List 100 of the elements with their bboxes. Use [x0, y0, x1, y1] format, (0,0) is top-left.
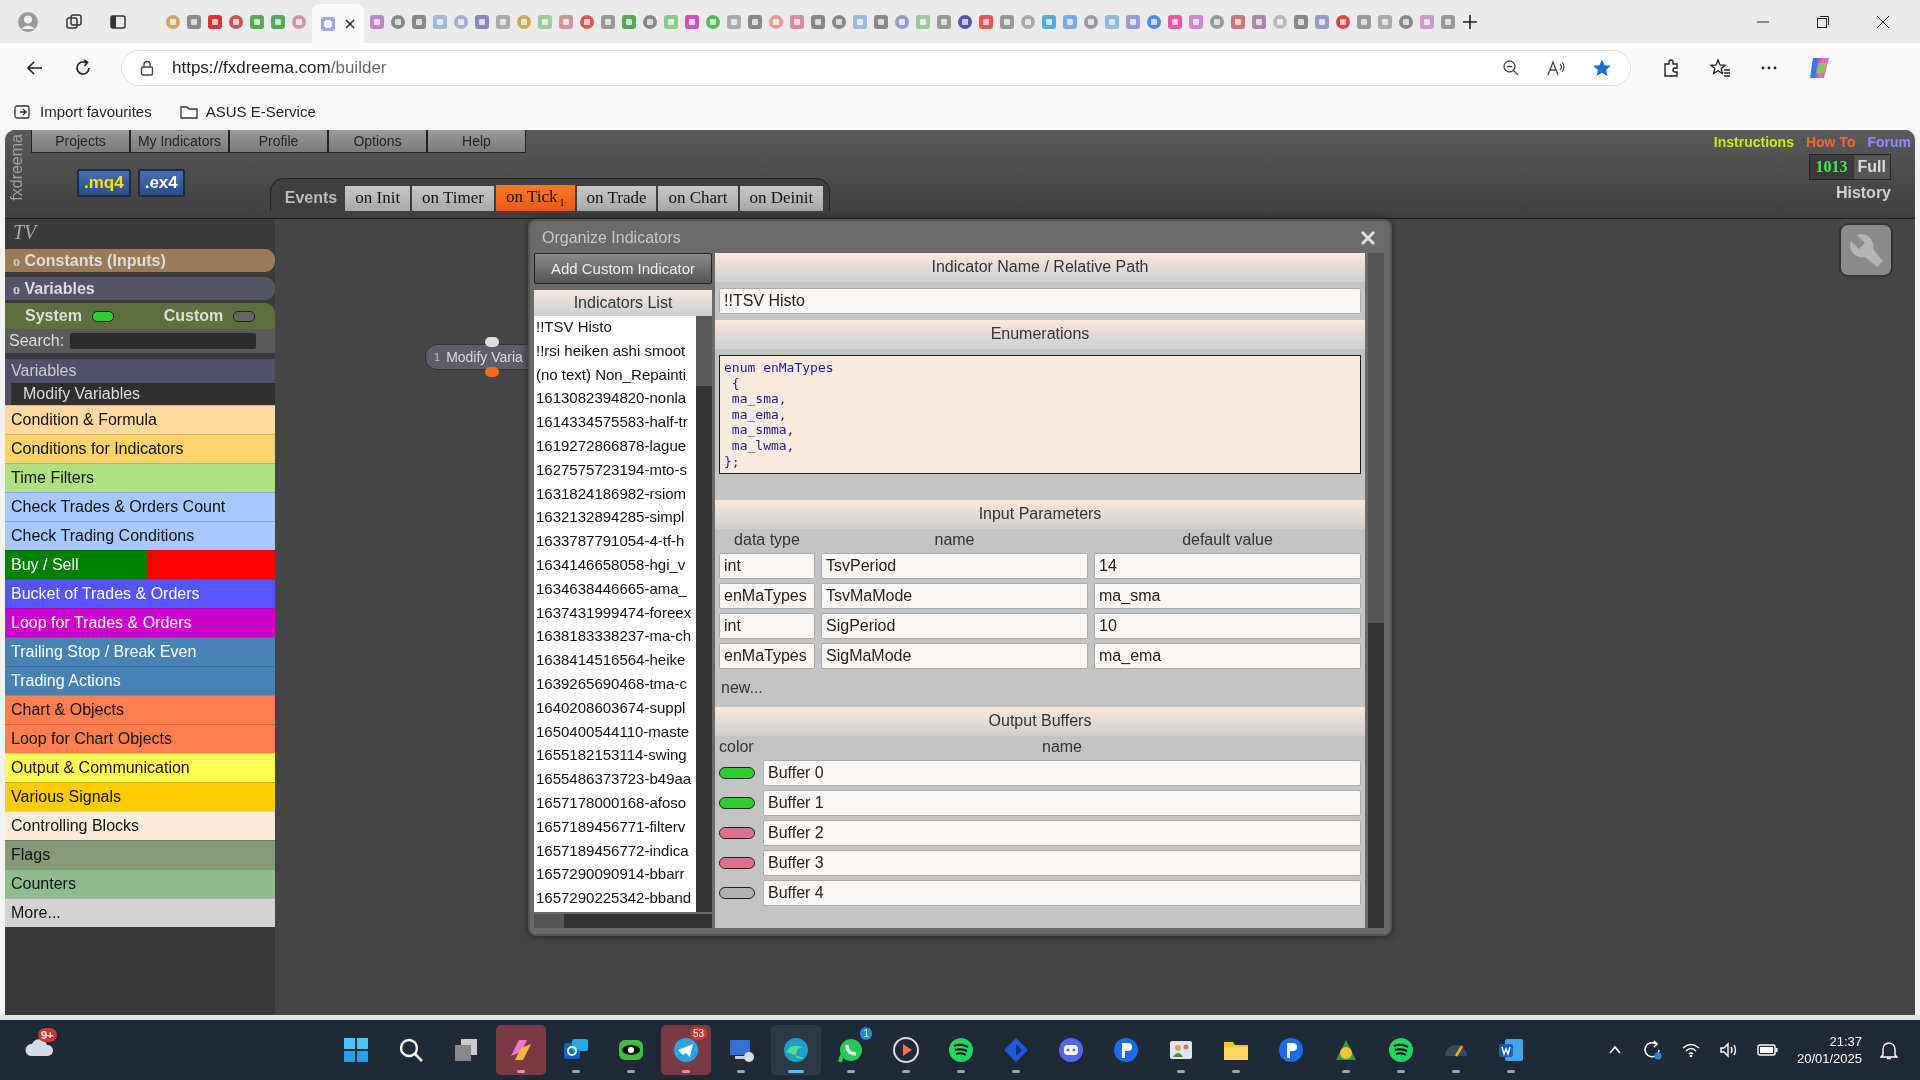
- indicator-item[interactable]: 1657290090914-bbarr: [534, 863, 696, 888]
- indicator-item[interactable]: 1632132894285-simpl: [534, 506, 696, 531]
- buffer-name-field[interactable]: Buffer 2: [763, 820, 1361, 847]
- wifi-icon[interactable]: [1680, 1042, 1701, 1058]
- data-type-field[interactable]: enMaTypes: [719, 643, 815, 670]
- tab-favicon-icon[interactable]: [999, 13, 1015, 30]
- menu-item[interactable]: Help: [427, 130, 526, 153]
- search-field[interactable]: [70, 333, 257, 349]
- tab-favicon-icon[interactable]: [684, 13, 700, 30]
- indicator-item[interactable]: 1614334575583-half-tr: [534, 411, 696, 435]
- indicator-item[interactable]: 1640208603674-suppl: [534, 696, 696, 721]
- category-item[interactable]: Counters: [5, 869, 275, 898]
- tab-favicon-icon[interactable]: [1251, 13, 1267, 30]
- indicator-item[interactable]: 1619272866878-lague: [534, 435, 696, 459]
- profile-icon[interactable]: [17, 10, 39, 33]
- bookmark-folder[interactable]: ASUS E-Service: [179, 103, 316, 120]
- indicator-item[interactable]: 1655486373723-b49aa: [534, 768, 696, 792]
- tab-favicon-icon[interactable]: [957, 13, 973, 30]
- category-item[interactable]: Loop for Trades & Orders: [5, 608, 275, 637]
- address-bar[interactable]: https://fxdreema.com/builder: [121, 50, 1631, 86]
- read-aloud-icon[interactable]: [1546, 59, 1566, 77]
- scrollbar[interactable]: [696, 316, 712, 912]
- maximize-icon[interactable]: [1816, 14, 1830, 29]
- tab-favicon-icon[interactable]: [810, 13, 826, 30]
- menu-item[interactable]: My Indicators: [130, 130, 229, 153]
- category-item[interactable]: Check Trading Conditions: [5, 521, 275, 550]
- category-header[interactable]: Variables: [5, 359, 275, 383]
- category-item[interactable]: Trailing Stop / Break Even: [5, 637, 275, 666]
- volume-icon[interactable]: [1718, 1042, 1739, 1058]
- tab-favicon-icon[interactable]: [831, 13, 847, 30]
- menu-item[interactable]: Projects: [31, 130, 130, 153]
- indicator-item[interactable]: 1631824186982-rsiom: [534, 482, 696, 507]
- tab-favicon-icon[interactable]: [1356, 13, 1372, 30]
- new-parameter-link[interactable]: new...: [721, 679, 763, 697]
- indicator-item[interactable]: 1633787791054-4-tf-h: [534, 530, 696, 554]
- category-item[interactable]: Buy / Sell: [5, 550, 147, 579]
- tab-favicon-icon[interactable]: [978, 13, 994, 30]
- workspaces-icon[interactable]: [65, 12, 83, 31]
- menu-item[interactable]: Profile: [229, 130, 328, 153]
- tab-favicon-icon[interactable]: [1230, 13, 1246, 30]
- color-swatch[interactable]: [719, 827, 755, 840]
- tab-favicon-icon[interactable]: [270, 13, 286, 30]
- close-icon[interactable]: [344, 18, 356, 30]
- refresh-icon[interactable]: [73, 58, 93, 78]
- category-item[interactable]: More...: [5, 898, 275, 927]
- indicator-item[interactable]: 1657189456772-indica: [534, 839, 696, 864]
- close-icon[interactable]: [1876, 14, 1890, 29]
- indicator-item[interactable]: 1655182153114-swing: [534, 744, 696, 769]
- indicator-item[interactable]: 1627575723194-mto-s: [534, 458, 696, 483]
- buffer-name-field[interactable]: Buffer 0: [763, 760, 1361, 787]
- tab-actions-icon[interactable]: [109, 12, 127, 31]
- tab-favicon-icon[interactable]: [228, 13, 244, 30]
- data-type-field[interactable]: enMaTypes: [719, 583, 815, 610]
- wrench-icon[interactable]: [1839, 223, 1893, 277]
- enumerations-code[interactable]: enum enMaTypes { ma_sma, ma_ema, ma_smma, ma_lwma, };: [719, 355, 1361, 475]
- category-item[interactable]: Output & Communication: [5, 753, 275, 782]
- indicator-item[interactable]: 1657290225342-bband: [534, 887, 696, 911]
- add-custom-indicator-button[interactable]: Add Custom Indicator: [534, 253, 712, 284]
- bell-icon[interactable]: [1880, 1040, 1898, 1060]
- tab-favicon-icon[interactable]: [1293, 13, 1309, 30]
- block-item[interactable]: Modify Variables: [5, 383, 275, 405]
- buffer-name-field[interactable]: Buffer 1: [763, 790, 1361, 817]
- tab-favicon-icon[interactable]: [1440, 13, 1456, 30]
- menu-item[interactable]: Options: [328, 130, 427, 153]
- event-tab[interactable]: on Deinit: [739, 185, 824, 211]
- indicator-item[interactable]: 1639265690468-tma-c: [534, 672, 696, 697]
- category-item[interactable]: Chart & Objects: [5, 695, 275, 724]
- taskbar-button[interactable]: 1: [826, 1025, 876, 1075]
- indicator-item[interactable]: !!TSV Histo: [534, 316, 696, 340]
- bookmark-link[interactable]: Import favourites: [14, 103, 152, 120]
- scrollbar[interactable]: [1368, 253, 1384, 928]
- indicator-item[interactable]: 1638183338237-ma-ch: [534, 625, 696, 650]
- scrollbar[interactable]: [534, 914, 712, 928]
- category-item[interactable]: Flags: [5, 840, 275, 869]
- event-tab[interactable]: on Chart: [658, 185, 738, 211]
- tab-favicon-icon[interactable]: [1314, 13, 1330, 30]
- file-format-button[interactable]: .ex4: [137, 169, 185, 197]
- indicator-name-field[interactable]: !!TSV Histo: [719, 288, 1361, 314]
- tab-favicon-icon[interactable]: [1209, 13, 1225, 30]
- history-link[interactable]: History: [1835, 184, 1891, 202]
- category-item[interactable]: Controlling Blocks: [5, 811, 275, 840]
- tab-favicon-icon[interactable]: [207, 13, 223, 30]
- tab-favicon-icon[interactable]: [369, 13, 385, 30]
- indicator-item[interactable]: 1650400544110-maste: [534, 720, 696, 745]
- color-swatch[interactable]: [719, 887, 755, 900]
- tab-favicon-icon[interactable]: [249, 13, 265, 30]
- indicator-item[interactable]: 1657189456771-filterv: [534, 815, 696, 840]
- category-item[interactable]: Time Filters: [5, 463, 275, 492]
- tab-favicon-icon[interactable]: [747, 13, 763, 30]
- tab-favicon-icon[interactable]: [474, 13, 490, 30]
- indicator-item[interactable]: 1657178000168-afoso: [534, 791, 696, 816]
- data-type-field[interactable]: int: [719, 613, 815, 640]
- event-tab[interactable]: on Timer: [412, 185, 494, 211]
- clock[interactable]: 21:37 20/01/2025: [1796, 1033, 1862, 1067]
- parameter-name-field[interactable]: TsvMaMode: [821, 583, 1088, 610]
- event-tab[interactable]: on Init: [345, 185, 411, 211]
- default-value-field[interactable]: 10: [1094, 613, 1361, 640]
- category-item[interactable]: Loop for Chart Objects: [5, 724, 275, 753]
- color-swatch[interactable]: [719, 797, 755, 810]
- color-swatch[interactable]: [719, 767, 755, 780]
